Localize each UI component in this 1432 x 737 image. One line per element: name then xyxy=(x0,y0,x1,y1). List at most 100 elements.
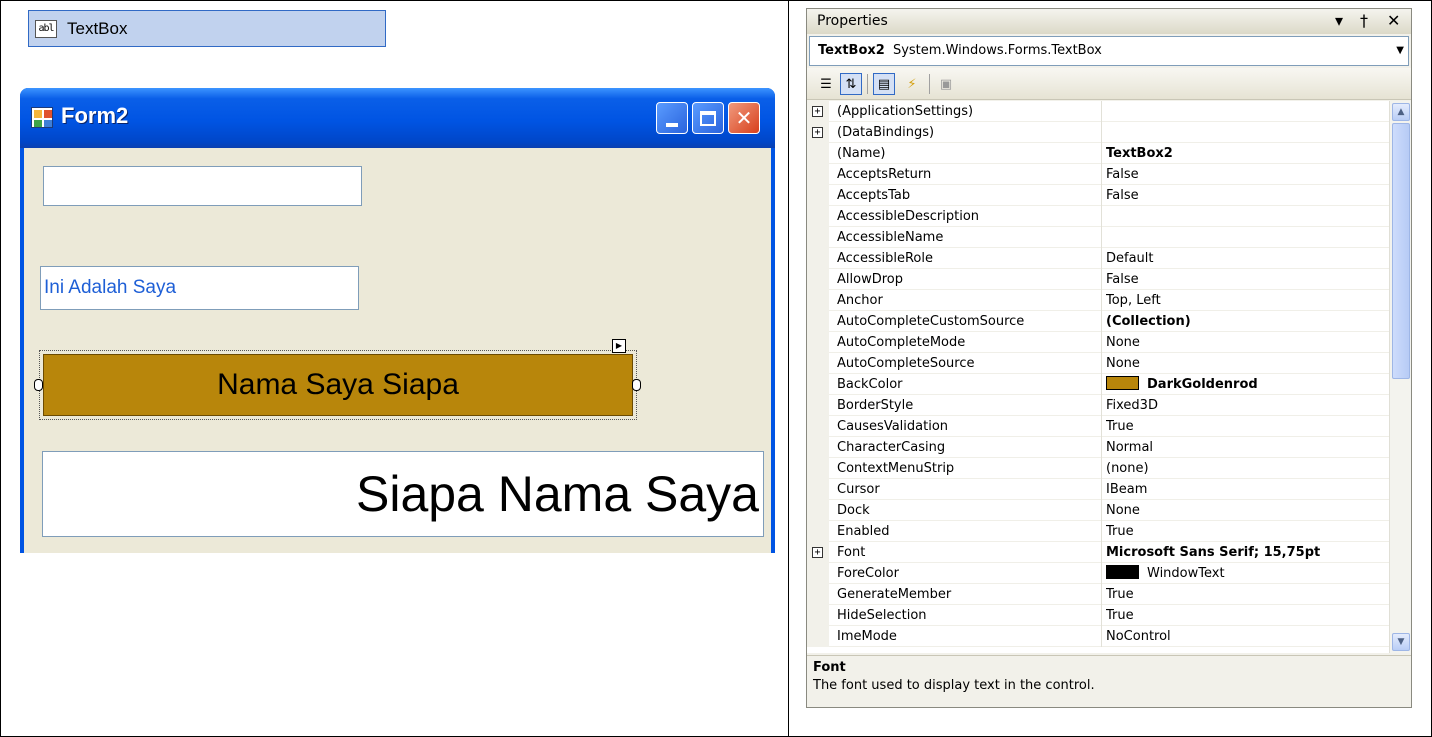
expand-icon[interactable]: + xyxy=(812,547,823,558)
property-value[interactable]: False xyxy=(1106,164,1389,185)
property-value-text: Microsoft Sans Serif; 15,75pt xyxy=(1106,545,1321,560)
property-row[interactable]: AccessibleName xyxy=(807,227,1389,248)
property-name: AutoCompleteCustomSource xyxy=(837,314,1025,329)
property-row[interactable]: Anchor Top, Left xyxy=(807,290,1389,311)
property-value[interactable]: Normal xyxy=(1106,437,1389,458)
toolbox-textbox-item[interactable]: abl TextBox xyxy=(28,10,386,47)
property-value[interactable] xyxy=(1106,122,1389,143)
property-value[interactable]: False xyxy=(1106,185,1389,206)
property-row[interactable]: Dock None xyxy=(807,500,1389,521)
alphabetical-button[interactable]: ⇅ xyxy=(840,73,862,95)
property-value[interactable]: None xyxy=(1106,500,1389,521)
maximize-button[interactable] xyxy=(692,102,724,134)
smart-tag-icon[interactable]: ▶ xyxy=(612,339,626,353)
property-row[interactable]: HideSelection True xyxy=(807,605,1389,626)
events-button[interactable]: ⚡ xyxy=(901,73,923,95)
property-value-text: DarkGoldenrod xyxy=(1147,377,1258,392)
property-row[interactable]: AllowDrop False xyxy=(807,269,1389,290)
close-panel-icon[interactable]: ✕ xyxy=(1387,12,1400,30)
property-row[interactable]: BorderStyle Fixed3D xyxy=(807,395,1389,416)
property-row[interactable]: CharacterCasing Normal xyxy=(807,437,1389,458)
property-row[interactable]: AutoCompleteCustomSource (Collection) xyxy=(807,311,1389,332)
property-row[interactable]: AccessibleRole Default xyxy=(807,248,1389,269)
property-value[interactable]: True xyxy=(1106,605,1389,626)
property-row[interactable]: GenerateMember True xyxy=(807,584,1389,605)
textbox1[interactable] xyxy=(43,166,362,206)
chevron-down-icon[interactable]: ▼ xyxy=(1396,37,1404,65)
property-value[interactable]: WindowText xyxy=(1106,563,1389,584)
property-row[interactable]: + (ApplicationSettings) xyxy=(807,101,1389,122)
categorized-icon: ☰ xyxy=(820,76,832,92)
property-value[interactable]: True xyxy=(1106,416,1389,437)
object-selector[interactable]: TextBox2 System.Windows.Forms.TextBox ▼ xyxy=(809,36,1409,66)
property-row[interactable]: ImeMode NoControl xyxy=(807,626,1389,647)
textbox2[interactable]: Ini Adalah Saya xyxy=(40,266,359,310)
property-row[interactable]: ContextMenuStrip (none) xyxy=(807,458,1389,479)
property-value[interactable]: DarkGoldenrod xyxy=(1106,374,1389,395)
property-value[interactable]: (none) xyxy=(1106,458,1389,479)
properties-toolbar: ☰ ⇅ ▤ ⚡ ▣ xyxy=(807,68,1411,100)
property-value-text: False xyxy=(1106,272,1139,287)
scroll-thumb[interactable] xyxy=(1392,123,1410,379)
property-value[interactable]: None xyxy=(1106,353,1389,374)
property-value[interactable] xyxy=(1106,101,1389,122)
column-separator xyxy=(1101,584,1102,605)
form-titlebar[interactable]: Form2 ✕ xyxy=(20,88,775,148)
property-value[interactable]: TextBox2 xyxy=(1106,143,1389,164)
property-value[interactable]: NoControl xyxy=(1106,626,1389,647)
property-value[interactable]: Default xyxy=(1106,248,1389,269)
property-row[interactable]: (Name) TextBox2 xyxy=(807,143,1389,164)
properties-view-button[interactable]: ▤ xyxy=(873,73,895,95)
property-value[interactable]: Top, Left xyxy=(1106,290,1389,311)
property-value-text: False xyxy=(1106,167,1139,182)
expand-icon[interactable]: + xyxy=(812,106,823,117)
row-gutter xyxy=(807,143,829,164)
property-value[interactable] xyxy=(1106,227,1389,248)
scroll-down-icon[interactable]: ▼ xyxy=(1392,633,1410,651)
property-row[interactable]: Cursor IBeam xyxy=(807,479,1389,500)
property-row[interactable]: AcceptsTab False xyxy=(807,185,1389,206)
property-row[interactable]: AutoCompleteMode None xyxy=(807,332,1389,353)
properties-titlebar: Properties ▾ † ✕ xyxy=(807,9,1411,34)
categorized-button[interactable]: ☰ xyxy=(815,73,837,95)
property-row[interactable]: ForeColor WindowText xyxy=(807,563,1389,584)
property-row[interactable]: AccessibleDescription xyxy=(807,206,1389,227)
property-row[interactable]: + (DataBindings) xyxy=(807,122,1389,143)
property-value[interactable]: True xyxy=(1106,584,1389,605)
object-name: TextBox2 xyxy=(818,43,885,58)
close-button[interactable]: ✕ xyxy=(728,102,760,134)
property-row[interactable]: AutoCompleteSource None xyxy=(807,353,1389,374)
expand-icon[interactable]: + xyxy=(812,127,823,138)
textbox-tool-icon: abl xyxy=(35,19,57,38)
column-separator xyxy=(1101,248,1102,269)
property-value[interactable]: None xyxy=(1106,332,1389,353)
scroll-up-icon[interactable]: ▲ xyxy=(1392,103,1410,121)
textbox4[interactable]: Siapa Nama Saya xyxy=(42,451,764,537)
property-row[interactable]: CausesValidation True xyxy=(807,416,1389,437)
resize-handle-right[interactable] xyxy=(632,379,641,391)
row-gutter xyxy=(807,206,829,227)
window-position-icon[interactable]: ▾ xyxy=(1335,12,1343,30)
property-value[interactable]: Fixed3D xyxy=(1106,395,1389,416)
property-value-text: IBeam xyxy=(1106,482,1148,497)
auto-hide-pin-icon[interactable]: † xyxy=(1360,12,1368,30)
property-row[interactable]: + Font Microsoft Sans Serif; 15,75pt xyxy=(807,542,1389,563)
color-swatch xyxy=(1106,376,1139,390)
property-name: Enabled xyxy=(837,524,890,539)
resize-handle-left[interactable] xyxy=(34,379,43,391)
property-value-text: None xyxy=(1106,356,1140,371)
property-value[interactable] xyxy=(1106,206,1389,227)
vertical-scrollbar[interactable]: ▲ ▼ xyxy=(1389,101,1411,653)
textbox3-selected[interactable]: Nama Saya Siapa xyxy=(43,354,633,416)
property-value[interactable]: False xyxy=(1106,269,1389,290)
property-value[interactable]: True xyxy=(1106,521,1389,542)
property-row[interactable]: BackColor DarkGoldenrod xyxy=(807,374,1389,395)
property-row[interactable]: AcceptsReturn False xyxy=(807,164,1389,185)
property-value[interactable]: IBeam xyxy=(1106,479,1389,500)
minimize-button[interactable] xyxy=(656,102,688,134)
property-value[interactable]: (Collection) xyxy=(1106,311,1389,332)
property-row[interactable]: Enabled True xyxy=(807,521,1389,542)
property-value[interactable]: Microsoft Sans Serif; 15,75pt xyxy=(1106,542,1389,563)
row-gutter xyxy=(807,269,829,290)
property-pages-button[interactable]: ▣ xyxy=(935,73,957,95)
